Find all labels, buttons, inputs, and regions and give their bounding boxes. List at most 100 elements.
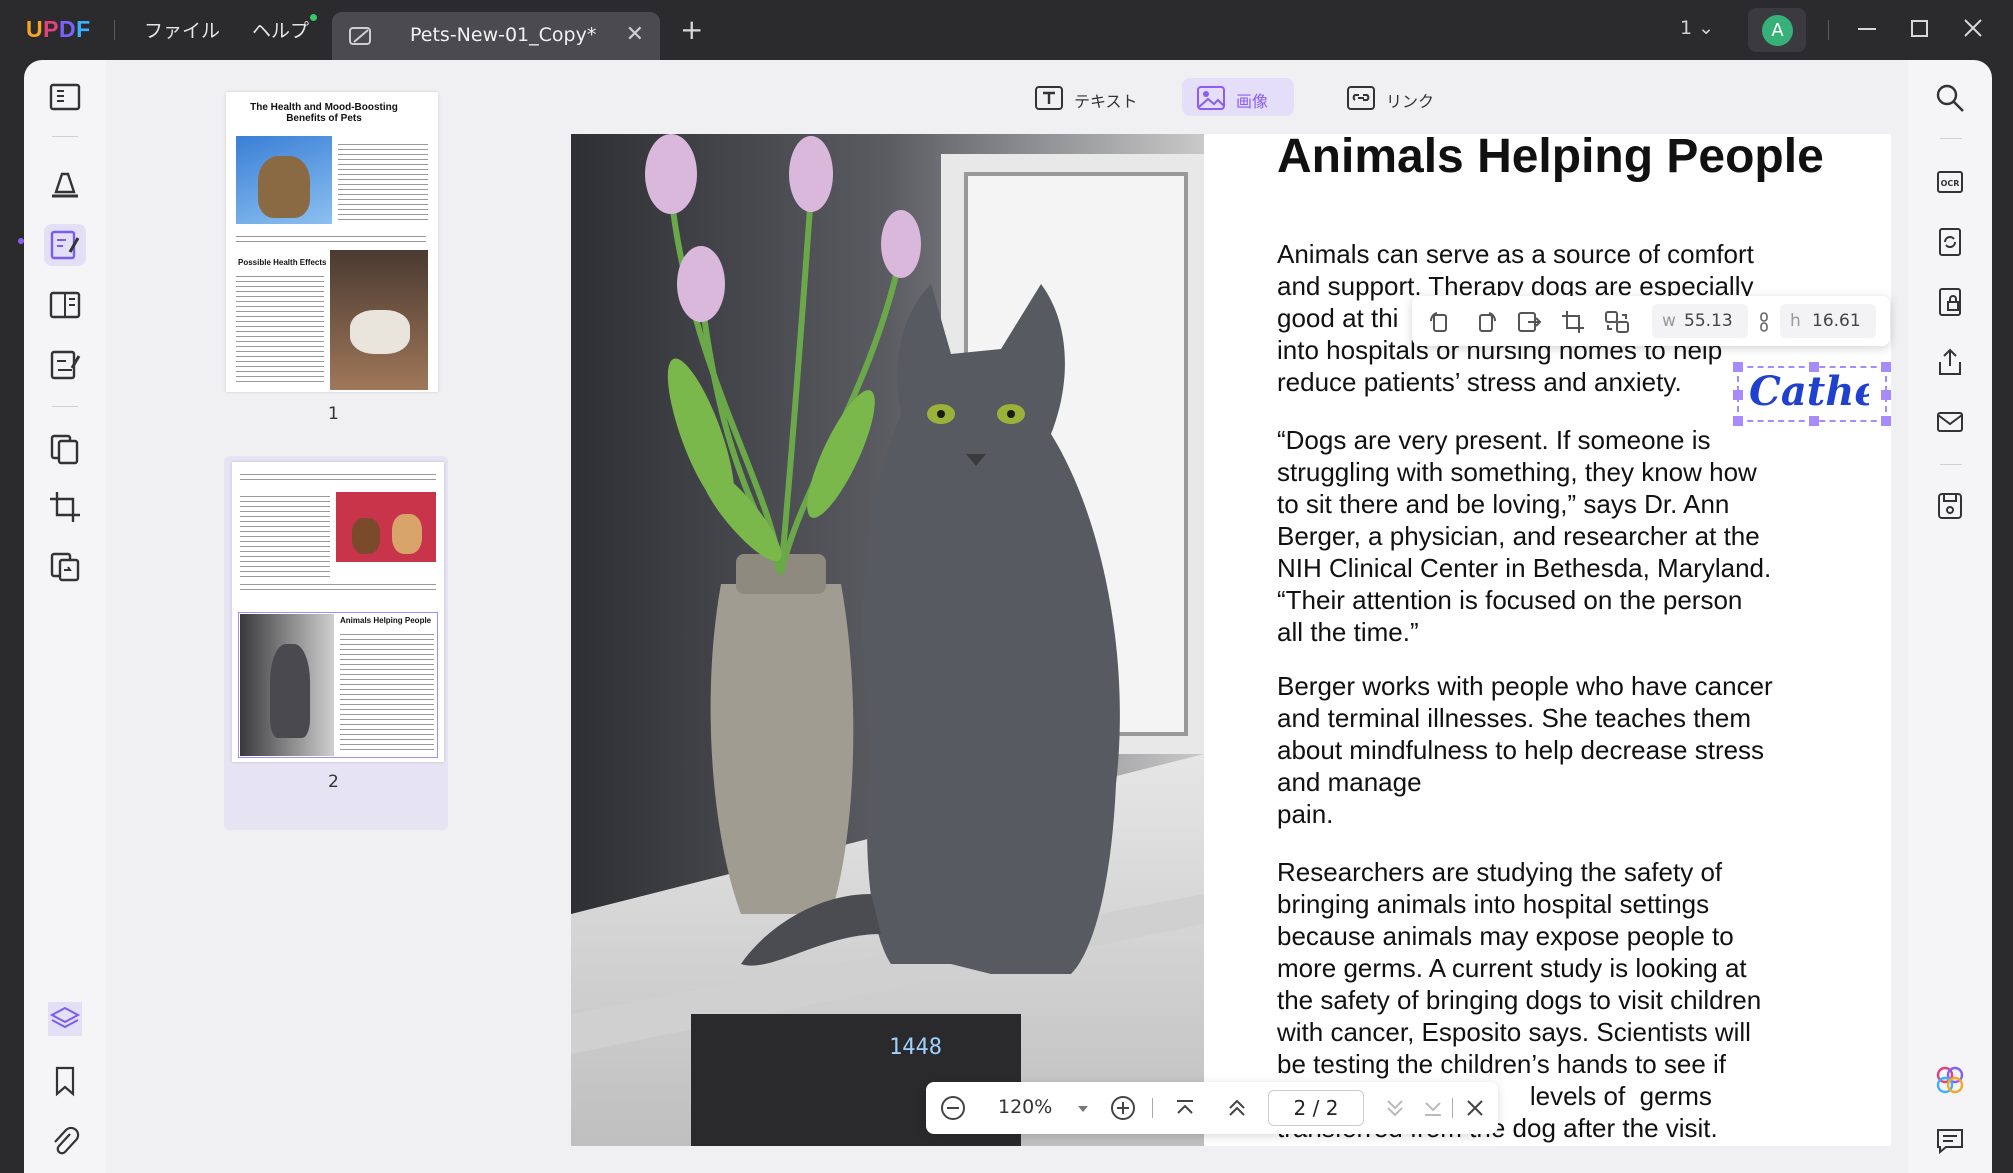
resize-handle[interactable] — [1733, 390, 1743, 400]
convert-icon[interactable] — [48, 550, 82, 584]
text-line: pain. — [1277, 799, 1334, 829]
close-window-icon[interactable] — [1960, 14, 1986, 44]
rotate-left-icon[interactable] — [1428, 309, 1454, 335]
previous-page-icon[interactable] — [1224, 1095, 1250, 1121]
last-page-icon[interactable] — [1420, 1095, 1446, 1121]
window-count: 1 — [1680, 17, 1693, 39]
menu-help-label: ヘルプ — [252, 20, 310, 42]
menu-file[interactable]: ファイル — [144, 16, 220, 43]
page-number-2: 2 — [328, 772, 339, 792]
page-indicator[interactable]: 2 / 2 — [1268, 1090, 1364, 1126]
link-tool-label: リンク — [1386, 92, 1435, 111]
replace-image-icon[interactable] — [1604, 309, 1630, 335]
text-line: to sit there and be loving,” says Dr. An… — [1277, 489, 1730, 519]
close-tab-icon[interactable]: ✕ — [626, 24, 644, 46]
resize-handle[interactable] — [1881, 362, 1891, 372]
minimize-icon[interactable] — [1854, 14, 1880, 44]
text-line: all the time.” — [1277, 617, 1419, 647]
resize-handle[interactable] — [1733, 416, 1743, 426]
width-field[interactable]: w 55.13 — [1652, 304, 1748, 338]
selected-signature-image[interactable]: Cathe — [1733, 362, 1891, 426]
right-toolbar: OCR — [1908, 60, 1992, 1173]
reader-icon[interactable] — [48, 80, 82, 114]
cat-photo[interactable]: 1448 — [571, 134, 1204, 1146]
text-line: be testing the children’s hands to see i… — [1277, 1049, 1727, 1079]
paragraph-3[interactable]: Berger works with people who have cancer… — [1277, 670, 1837, 830]
add-text-tool[interactable]: テキスト — [1020, 78, 1144, 116]
height-field[interactable]: h 16.61 — [1780, 304, 1876, 338]
extract-image-icon[interactable] — [1516, 309, 1542, 335]
text-line: because animals may expose people to — [1277, 921, 1734, 951]
link-ratio-icon[interactable] — [1756, 309, 1772, 335]
menu-help[interactable]: ヘルプ — [252, 14, 318, 43]
resize-handle[interactable] — [1881, 390, 1891, 400]
left-toolbar — [24, 60, 106, 1173]
fill-sign-icon[interactable] — [48, 348, 82, 382]
update-dot — [310, 14, 318, 21]
zoom-in-icon[interactable] — [1110, 1095, 1136, 1121]
text-line: Berger works with people who have cancer — [1277, 671, 1773, 701]
window-edge — [1992, 60, 2013, 1173]
email-icon[interactable] — [1934, 406, 1966, 438]
maximize-icon[interactable] — [1906, 14, 1932, 44]
new-tab-button[interactable]: + — [680, 16, 703, 44]
organize-pages-icon[interactable] — [48, 432, 82, 466]
page-thumbnail-1[interactable]: The Health and Mood-Boosting Benefits of… — [226, 92, 438, 392]
crop-pages-icon[interactable] — [48, 490, 82, 524]
zoom-out-icon[interactable] — [940, 1095, 966, 1121]
thumbnail-text-lines — [236, 272, 324, 384]
convert-pdf-icon[interactable] — [1934, 226, 1966, 258]
text-line: about mindfulness to help decrease stres… — [1277, 735, 1765, 765]
comments-panel-icon[interactable] — [1934, 1124, 1966, 1156]
bookmark-icon[interactable] — [48, 1064, 82, 1098]
document-tab[interactable]: Pets-New-01_Copy* ✕ — [332, 12, 660, 60]
link-tool-icon — [1347, 86, 1375, 110]
window-selector[interactable]: 1 ⌄ — [1680, 17, 1714, 39]
layers-icon[interactable] — [48, 1002, 82, 1036]
height-value: 16.61 — [1812, 311, 1861, 331]
clock-display: 1448 — [889, 1035, 942, 1060]
add-image-tool[interactable]: 画像 — [1182, 78, 1294, 116]
thumbnail-1-section: Possible Health Effects — [238, 258, 327, 267]
thumbnail-text-lines — [240, 470, 436, 484]
resize-handle[interactable] — [1809, 416, 1819, 426]
comment-highlighter-icon[interactable] — [48, 166, 82, 200]
svg-text:OCR: OCR — [1941, 179, 1960, 188]
resize-handle[interactable] — [1881, 416, 1891, 426]
ai-assistant-icon[interactable] — [1934, 1064, 1966, 1096]
close-zoombar-icon[interactable] — [1462, 1095, 1488, 1121]
rotate-right-icon[interactable] — [1472, 309, 1498, 335]
thumbnail-panel: The Health and Mood-Boosting Benefits of… — [106, 60, 558, 1173]
zoom-level[interactable]: 120% — [998, 1096, 1052, 1118]
page-heading[interactable]: Animals Helping People — [1277, 134, 1824, 184]
resize-handle[interactable] — [1733, 362, 1743, 372]
toolbar-separator — [1940, 138, 1962, 139]
zoom-navigation-bar: 120% 2 / 2 — [926, 1082, 1498, 1134]
zoom-dropdown-icon[interactable] — [1074, 1095, 1092, 1121]
save-icon[interactable] — [1934, 490, 1966, 522]
image-tool-label: 画像 — [1236, 92, 1269, 111]
first-page-icon[interactable] — [1172, 1095, 1198, 1121]
thumbnail-text-lines — [240, 492, 330, 582]
next-page-icon[interactable] — [1382, 1095, 1408, 1121]
thumbnail-text-lines — [240, 580, 436, 594]
ocr-icon[interactable]: OCR — [1934, 166, 1966, 198]
page-view-icon[interactable] — [48, 288, 82, 322]
text-line: Researchers are studying the safety of — [1277, 857, 1723, 887]
page-thumbnail-2[interactable]: Animals Helping People — [232, 462, 444, 762]
search-icon[interactable] — [1934, 82, 1966, 114]
updf-logo[interactable]: UPDF — [26, 16, 91, 43]
share-icon[interactable] — [1934, 346, 1966, 378]
edit-pdf-icon[interactable] — [48, 228, 82, 262]
pdf-page: 1448 Animals Helping People Animals can … — [571, 134, 1891, 1146]
add-link-tool[interactable]: リンク — [1332, 78, 1444, 116]
resize-handle[interactable] — [1809, 362, 1819, 372]
signature-image-text: Cathe — [1749, 368, 1869, 415]
protect-pdf-icon[interactable] — [1934, 286, 1966, 318]
crop-image-icon[interactable] — [1560, 309, 1586, 335]
avatar[interactable]: A — [1748, 8, 1806, 52]
paragraph-2[interactable]: “Dogs are very present. If someone is st… — [1277, 424, 1837, 648]
text-line: “Dogs are very present. If someone is — [1277, 425, 1711, 455]
attachment-icon[interactable] — [48, 1124, 82, 1158]
thumbnail-cat-image — [236, 136, 332, 224]
